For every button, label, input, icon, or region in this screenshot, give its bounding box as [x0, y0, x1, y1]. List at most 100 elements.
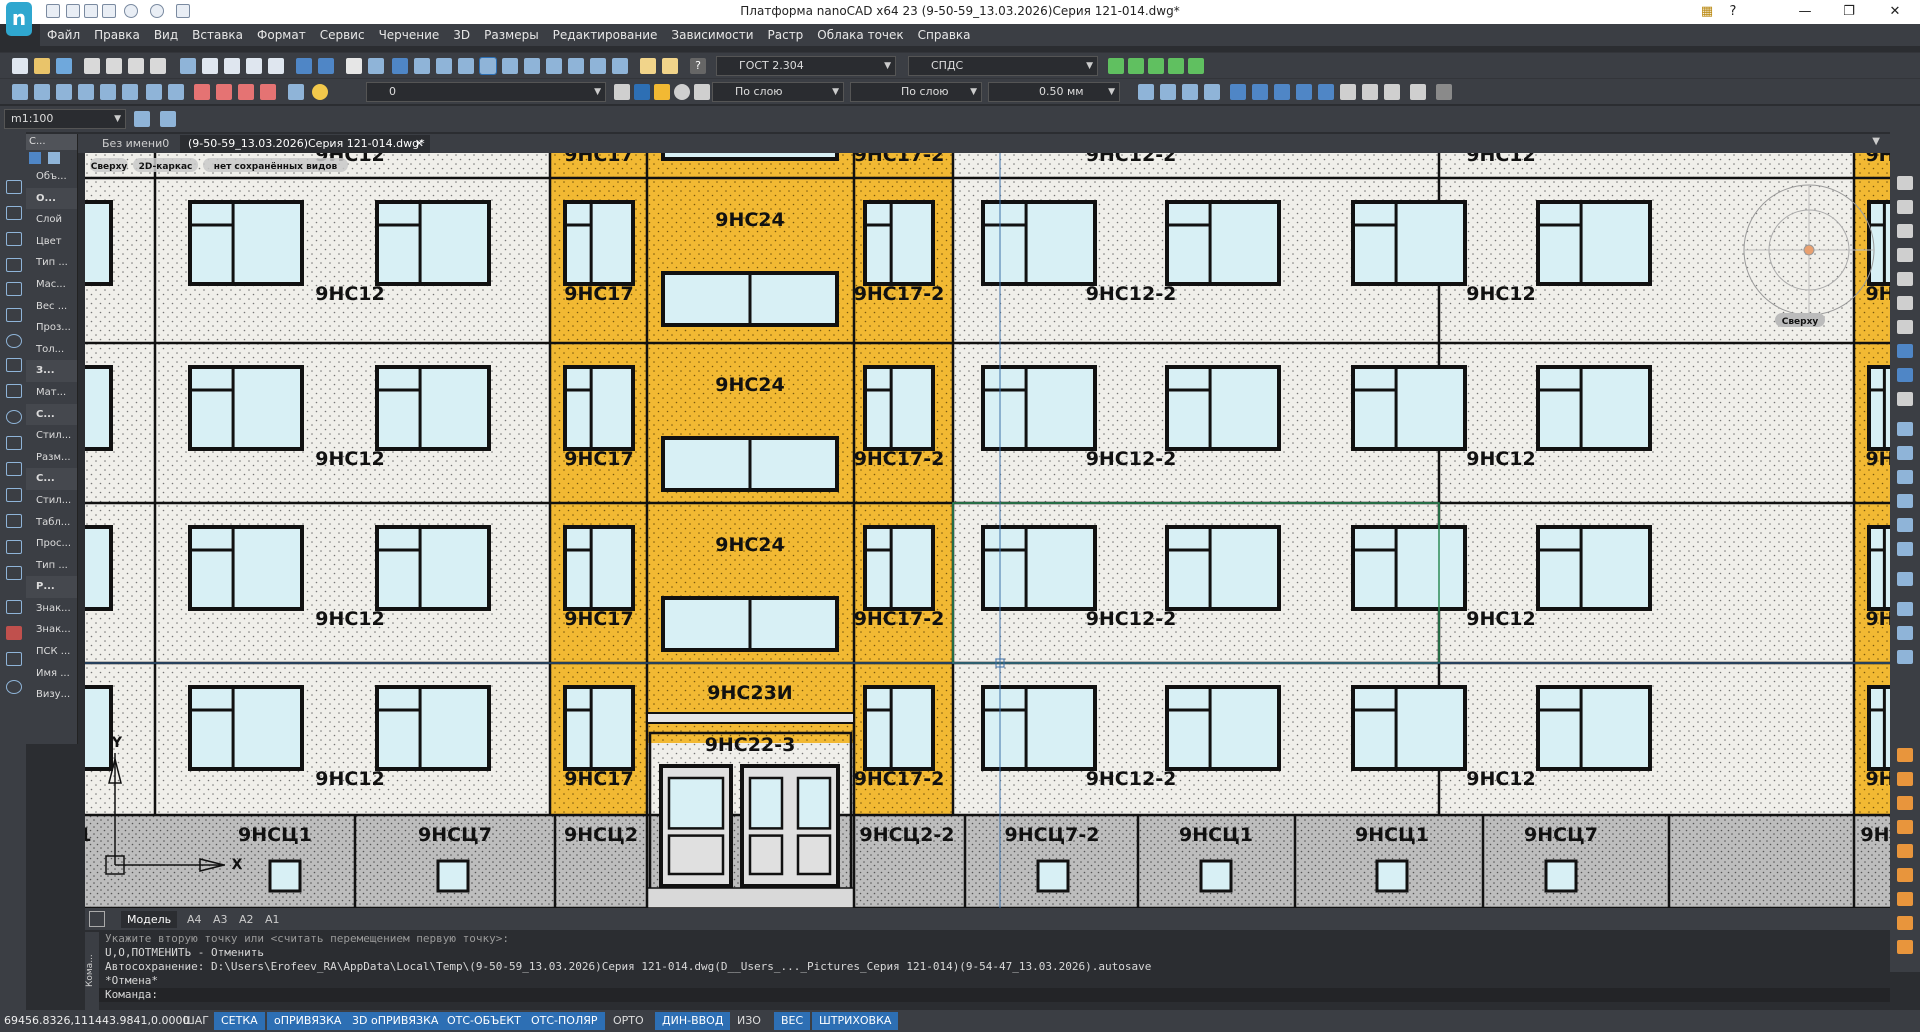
- blocks-icon[interactable]: [590, 58, 606, 74]
- align-icon[interactable]: [1340, 84, 1356, 100]
- attach-icon[interactable]: [1296, 84, 1312, 100]
- scale-select[interactable]: m1:100 ▼: [4, 109, 126, 129]
- scale-icon[interactable]: [1897, 344, 1913, 358]
- prop-dim-style[interactable]: Разм...: [26, 447, 77, 469]
- prop-material[interactable]: Мат...: [26, 382, 77, 404]
- edit-polyline-icon[interactable]: [1204, 84, 1220, 100]
- prop-object[interactable]: Объ...: [26, 166, 77, 188]
- status-iso[interactable]: ИЗО: [730, 1012, 768, 1030]
- arrange-icon[interactable]: [1384, 84, 1400, 100]
- polyline-icon[interactable]: [6, 232, 22, 246]
- properties-icon[interactable]: [502, 58, 518, 74]
- spds-level-icon[interactable]: [1188, 58, 1204, 74]
- open-icon[interactable]: [34, 58, 50, 74]
- status-osnap[interactable]: оПРИВЯЗКА: [267, 1012, 349, 1030]
- regen-icon[interactable]: [479, 57, 497, 75]
- match-properties-icon[interactable]: [268, 58, 284, 74]
- status-3d-osnap[interactable]: 3D оПРИВЯЗКА: [345, 1012, 446, 1030]
- layer-on-icon[interactable]: [312, 84, 328, 100]
- print-preview-icon[interactable]: [106, 58, 122, 74]
- tabs-menu-icon[interactable]: ▼: [1872, 136, 1880, 147]
- array-icon[interactable]: [1897, 272, 1913, 286]
- layouts-menu-icon[interactable]: [89, 911, 105, 927]
- app-logo[interactable]: n: [6, 2, 32, 36]
- scale-sync-icon[interactable]: [160, 111, 176, 127]
- menu-insert[interactable]: Вставка: [185, 28, 250, 42]
- prop-sign-2[interactable]: Знак...: [26, 619, 77, 641]
- region-icon[interactable]: [6, 566, 22, 580]
- hatch-icon[interactable]: [6, 514, 22, 528]
- status-lineweight[interactable]: ВЕС: [774, 1012, 811, 1030]
- view-top-icon[interactable]: [1897, 844, 1913, 858]
- table-icon[interactable]: [6, 600, 22, 614]
- prop-section-misc[interactable]: Р...: [26, 576, 77, 598]
- menu-dimensions[interactable]: Размеры: [477, 28, 546, 42]
- tab-active-drawing[interactable]: (9-50-59_13.03.2026)Серия 121-014.dwg* ✕: [180, 135, 430, 153]
- osnap-nearest-icon[interactable]: [168, 84, 184, 100]
- edit-block-icon[interactable]: [1230, 84, 1246, 100]
- scale-list-icon[interactable]: [134, 111, 150, 127]
- menu-help[interactable]: Справка: [911, 28, 978, 42]
- erase-icon[interactable]: [1897, 176, 1913, 190]
- select-objects-icon[interactable]: [29, 152, 41, 164]
- help-icon[interactable]: ?: [690, 58, 706, 74]
- status-object-tracking[interactable]: ОТС-ОБЪЕКТ: [440, 1012, 528, 1030]
- spds-table-icon[interactable]: [1128, 58, 1144, 74]
- lengthen-icon[interactable]: [1897, 392, 1913, 406]
- view-iso-icon[interactable]: [1897, 892, 1913, 906]
- menu-raster[interactable]: Растр: [761, 28, 811, 42]
- prop-section-styles[interactable]: С...: [26, 403, 77, 426]
- properties-panel-header[interactable]: С...: [26, 134, 77, 150]
- ruler-icon[interactable]: [662, 58, 678, 74]
- design-center-icon[interactable]: [524, 58, 540, 74]
- tab-model[interactable]: Модель: [121, 911, 178, 928]
- tab-layout-a4[interactable]: A4: [181, 911, 208, 928]
- zoom-all-icon[interactable]: [458, 58, 474, 74]
- prop-transparency[interactable]: Проз...: [26, 317, 77, 339]
- mtext-icon[interactable]: [6, 626, 22, 640]
- prop-type[interactable]: Тип ...: [26, 555, 77, 577]
- maximize-button[interactable]: ❐: [1826, 0, 1872, 24]
- menu-3d[interactable]: 3D: [446, 28, 477, 42]
- tab-layout-a3[interactable]: A3: [207, 911, 234, 928]
- zoom-extents-icon[interactable]: [436, 58, 452, 74]
- layers-icon[interactable]: [568, 58, 584, 74]
- pan-icon[interactable]: [346, 58, 362, 74]
- stretch-icon[interactable]: [1897, 368, 1913, 382]
- tab-untitled[interactable]: Без имени0: [94, 135, 180, 153]
- layer-walk-icon[interactable]: [694, 84, 710, 100]
- close-tab-icon[interactable]: ✕: [415, 135, 424, 153]
- prop-table-style[interactable]: Стил...: [26, 490, 77, 512]
- mirror-icon[interactable]: [1897, 224, 1913, 238]
- view-left-icon[interactable]: [1897, 796, 1913, 810]
- prop-section-general[interactable]: О...: [26, 187, 77, 210]
- menu-edit[interactable]: Правка: [87, 28, 147, 42]
- osnap-endpoint-icon[interactable]: [34, 84, 50, 100]
- print-icon[interactable]: [84, 58, 100, 74]
- measure-icon[interactable]: [640, 58, 656, 74]
- revision-cloud-icon[interactable]: [6, 358, 22, 372]
- zoom-window-icon[interactable]: [392, 58, 408, 74]
- fillet-icon[interactable]: [1897, 542, 1913, 556]
- prop-linetype[interactable]: Тип ...: [26, 252, 77, 274]
- map-icon[interactable]: [612, 58, 628, 74]
- minimize-button[interactable]: —: [1782, 0, 1828, 24]
- osnap-tangent-icon[interactable]: [146, 84, 162, 100]
- prop-thickness[interactable]: Тол...: [26, 339, 77, 361]
- color-select[interactable]: По слою ▼: [712, 82, 844, 102]
- redo-icon[interactable]: [318, 58, 334, 74]
- dim-aligned-icon[interactable]: [1897, 626, 1913, 640]
- menu-draw[interactable]: Черчение: [372, 28, 447, 42]
- circle-icon[interactable]: [6, 334, 22, 348]
- menu-file[interactable]: Файл: [40, 28, 87, 42]
- status-snap[interactable]: ШАГ: [176, 1012, 216, 1030]
- edit-text-icon[interactable]: [1138, 84, 1154, 100]
- explode-icon[interactable]: [1897, 572, 1913, 586]
- layer-previous-icon[interactable]: [614, 84, 630, 100]
- layer-select[interactable]: 0 ▼: [366, 82, 606, 102]
- layer-manager-icon[interactable]: [288, 84, 304, 100]
- extend-icon[interactable]: [1897, 446, 1913, 460]
- break-icon[interactable]: [1897, 470, 1913, 484]
- lineweight-select[interactable]: 0.50 мм ▼: [988, 82, 1120, 102]
- menu-view[interactable]: Вид: [147, 28, 185, 42]
